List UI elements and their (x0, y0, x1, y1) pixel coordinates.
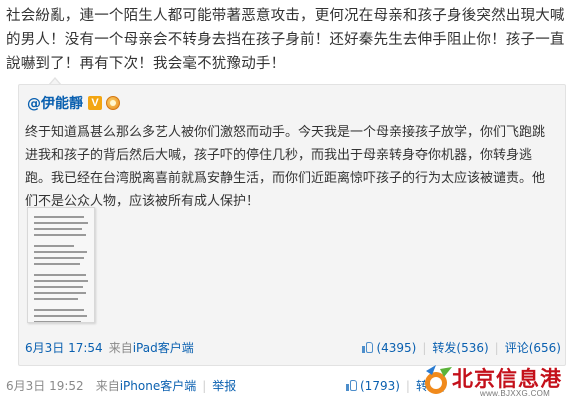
post-time: 19:52 (49, 379, 84, 393)
medal-icon[interactable] (106, 96, 120, 110)
post-like-button[interactable]: (1793) (346, 377, 400, 395)
thumbs-up-icon (362, 341, 374, 353)
divider: | (494, 341, 499, 355)
reposted-weibo: @伊能靜 V 终于知道爲甚么那么多艺人被你们激怒而动手。今天我是一个母亲接孩子放… (18, 84, 566, 366)
watermark-logo-icon (425, 365, 452, 394)
attached-image-thumbnail[interactable] (27, 207, 95, 323)
repost-comment-button[interactable]: 评论(656) (505, 339, 561, 357)
report-link[interactable]: 举报 (212, 377, 236, 395)
repost-timestamp-link[interactable]: 6月3日 17:54 (25, 339, 103, 357)
divider: | (405, 379, 410, 393)
repost-footer: 6月3日 17:54 来自iPad客户端 (4395) | 转发(536) | … (25, 339, 561, 357)
repost-source-link[interactable]: iPad客户端 (133, 341, 194, 355)
repost-author-link[interactable]: @伊能靜 (27, 93, 83, 113)
post-timestamp-link[interactable]: 6月3日 19:52 (6, 377, 84, 395)
site-watermark: 北京信息港 www.BJXXG.COM (422, 361, 572, 403)
post-like-count: (1793) (360, 379, 400, 393)
repost-like-count: (4395) (376, 341, 417, 355)
post-source-link[interactable]: iPhone客户端 (120, 379, 197, 393)
watermark-url: www.BJXXG.COM (480, 389, 551, 398)
repost-forward-button[interactable]: 转发(536) (432, 339, 488, 357)
post-source: 来自iPhone客户端 (96, 377, 197, 395)
repost-date: 6月3日 (25, 341, 65, 355)
thumbs-up-icon (346, 379, 358, 391)
repost-text: 终于知道爲甚么那么多艺人被你们激怒而动手。今天我是一个母亲接孩子放学，你们飞跑跳… (25, 125, 546, 209)
verified-v-icon[interactable]: V (88, 96, 102, 110)
divider: | (422, 341, 427, 355)
post-date: 6月3日 (6, 379, 46, 393)
post-text: 社会紛亂，連一个陌生人都可能带著恶意攻击，更何况在母亲和孩子身後突然出現大喊的男… (6, 8, 565, 72)
repost-source: 来自iPad客户端 (109, 339, 194, 357)
post-source-prefix: 来自 (95, 379, 120, 393)
repost-like-button[interactable]: (4395) (362, 339, 416, 357)
divider: | (202, 379, 207, 393)
repost-source-prefix: 来自 (108, 341, 133, 355)
repost-author-line: @伊能靜 V (27, 93, 120, 113)
repost-time: 17:54 (68, 341, 103, 355)
